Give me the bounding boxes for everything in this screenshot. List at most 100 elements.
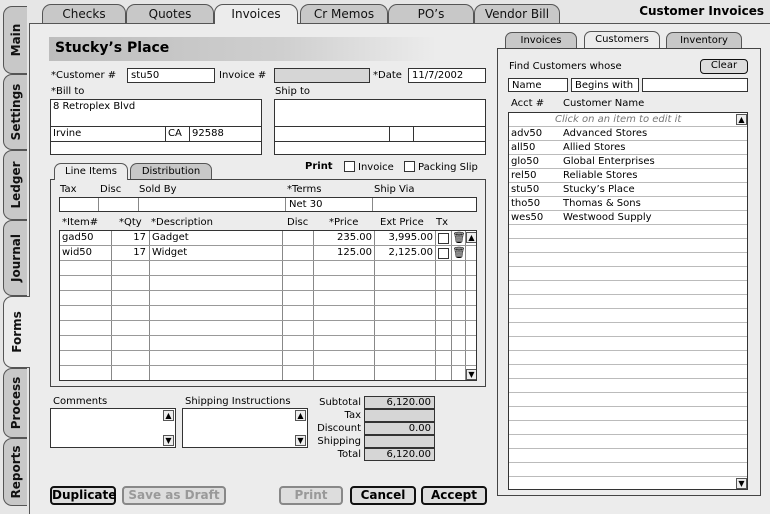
customer-list[interactable] (508, 112, 748, 490)
tab-vendor-bill[interactable]: Vendor Bill (474, 4, 560, 23)
side-tab-forms[interactable]: Forms (3, 296, 30, 368)
date-label: *Date (373, 70, 402, 81)
print-button[interactable]: Print (279, 486, 343, 505)
clear-button[interactable]: Clear (700, 59, 748, 74)
scroll-up-icon[interactable]: ▲ (736, 114, 747, 125)
checkbox-icon[interactable] (438, 248, 449, 259)
search-operator-select[interactable]: Begins with (571, 78, 639, 92)
ship-to-block[interactable] (274, 99, 486, 155)
customer-name[interactable]: Stucky’s Place (563, 184, 635, 195)
tab-invoices[interactable]: Invoices (214, 4, 298, 24)
ship-to-label: Ship to (275, 86, 311, 97)
tab-distribution[interactable]: Distribution (130, 163, 212, 179)
row-description[interactable]: Widget (152, 247, 187, 258)
save-as-draft-button[interactable]: Save as Draft (122, 486, 226, 505)
customer-name[interactable]: Global Enterprises (563, 156, 655, 167)
side-tab-journal[interactable]: Journal (3, 220, 27, 296)
bill-to-city[interactable]: Irvine (53, 128, 81, 139)
qty-header: *Qty (119, 217, 142, 228)
shipping-instructions-input[interactable] (182, 408, 308, 448)
table-row[interactable]: gad50 17 Gadget 235.00 3,995.00 🗑 (60, 231, 476, 246)
window-title: Customer Invoices (639, 4, 764, 18)
checkbox-icon[interactable] (404, 161, 415, 172)
bill-to-zip[interactable]: 92588 (192, 128, 224, 139)
customer-acct[interactable]: wes50 (511, 212, 543, 223)
side-tab-reports[interactable]: Reports (3, 438, 27, 506)
tab-line-items[interactable]: Line Items (54, 163, 128, 180)
right-tab-customers[interactable]: Customers (584, 31, 660, 48)
comments-input[interactable] (50, 408, 176, 448)
scroll-down-icon[interactable]: ▼ (736, 478, 747, 489)
side-tab-process[interactable]: Process (3, 368, 27, 438)
terms-row[interactable]: Net 30 (59, 197, 477, 212)
scroll-down-icon[interactable]: ▼ (163, 435, 174, 446)
scroll-down-icon[interactable]: ▼ (466, 369, 476, 380)
terms-header: *Terms (287, 184, 322, 195)
checkbox-icon[interactable] (438, 233, 449, 244)
search-field-select[interactable]: Name (508, 78, 568, 92)
customer-name[interactable]: Advanced Stores (563, 128, 647, 139)
trash-icon[interactable]: 🗑 (452, 231, 466, 244)
side-tab-label: Settings (8, 83, 23, 141)
row-price[interactable]: 235.00 (316, 232, 372, 243)
price-header: *Price (329, 217, 359, 228)
tax-total-label: Tax (344, 410, 362, 421)
tab-pos[interactable]: PO’s (388, 4, 474, 23)
customer-acct[interactable]: glo50 (511, 156, 539, 167)
discount-label: Discount (317, 423, 361, 434)
tab-quotes[interactable]: Quotes (126, 4, 214, 23)
row-qty[interactable]: 17 (114, 247, 146, 258)
checkbox-icon[interactable] (344, 161, 355, 172)
sold-by-header: Sold By (139, 184, 177, 195)
customer-input[interactable]: stu50 (127, 68, 215, 83)
top-divider (30, 23, 770, 24)
date-input[interactable]: 11/7/2002 (408, 68, 486, 83)
print-packing-label: Packing Slip (418, 162, 478, 173)
scroll-up-icon[interactable]: ▲ (466, 232, 476, 243)
customer-name-column-header: Customer Name (563, 98, 645, 109)
customer-acct[interactable]: all50 (511, 142, 535, 153)
bill-to-label: *Bill to (51, 86, 85, 97)
search-input[interactable] (642, 78, 748, 92)
items-grid[interactable]: gad50 17 Gadget 235.00 3,995.00 🗑 wid50 … (59, 230, 477, 381)
customer-acct[interactable]: tho50 (511, 198, 540, 209)
side-tab-label: Reports (8, 445, 23, 499)
cancel-button[interactable]: Cancel (350, 486, 416, 505)
invoice-label: Invoice # (219, 70, 267, 81)
customer-name[interactable]: Allied Stores (563, 142, 626, 153)
duplicate-button[interactable]: Duplicate (50, 486, 116, 505)
customer-name[interactable]: Westwood Supply (563, 212, 652, 223)
customer-acct[interactable]: rel50 (511, 170, 537, 181)
tab-checks[interactable]: Checks (42, 4, 126, 23)
customer-name[interactable]: Reliable Stores (563, 170, 637, 181)
row-price[interactable]: 125.00 (316, 247, 372, 258)
side-tab-main[interactable]: Main (3, 6, 27, 74)
right-tab-inventory[interactable]: Inventory (666, 32, 742, 48)
terms-value[interactable]: Net 30 (289, 199, 322, 210)
customer-acct[interactable]: stu50 (511, 184, 539, 195)
bill-to-line1[interactable]: 8 Retroplex Blvd (53, 101, 135, 112)
scroll-up-icon[interactable]: ▲ (163, 410, 174, 421)
row-item[interactable]: gad50 (62, 232, 94, 243)
bill-to-block[interactable]: 8 Retroplex Blvd Irvine CA 92588 (50, 99, 262, 155)
accept-button[interactable]: Accept (421, 486, 487, 505)
side-tab-ledger[interactable]: Ledger (3, 150, 27, 220)
side-tab-settings[interactable]: Settings (3, 74, 27, 150)
subtotal-value: 6,120.00 (364, 396, 435, 409)
subtotal-label: Subtotal (319, 397, 361, 408)
finder-title: Find Customers whose (509, 61, 622, 72)
customer-name[interactable]: Thomas & Sons (563, 198, 641, 209)
print-packing-option[interactable]: Packing Slip (404, 161, 478, 173)
right-tab-invoices[interactable]: Invoices (505, 32, 577, 48)
row-ext-price: 2,125.00 (388, 247, 433, 258)
customer-acct[interactable]: adv50 (511, 128, 542, 139)
row-item[interactable]: wid50 (62, 247, 92, 258)
table-row[interactable]: wid50 17 Widget 125.00 2,125.00 🗑 (60, 246, 476, 261)
bill-to-state[interactable]: CA (168, 128, 182, 139)
trash-icon[interactable]: 🗑 (452, 246, 466, 259)
print-invoice-option[interactable]: Invoice (344, 161, 394, 173)
row-description[interactable]: Gadget (152, 232, 189, 243)
row-qty[interactable]: 17 (114, 232, 146, 243)
ext-price-header: Ext Price (380, 217, 424, 228)
tab-cr-memos[interactable]: Cr Memos (300, 4, 388, 23)
